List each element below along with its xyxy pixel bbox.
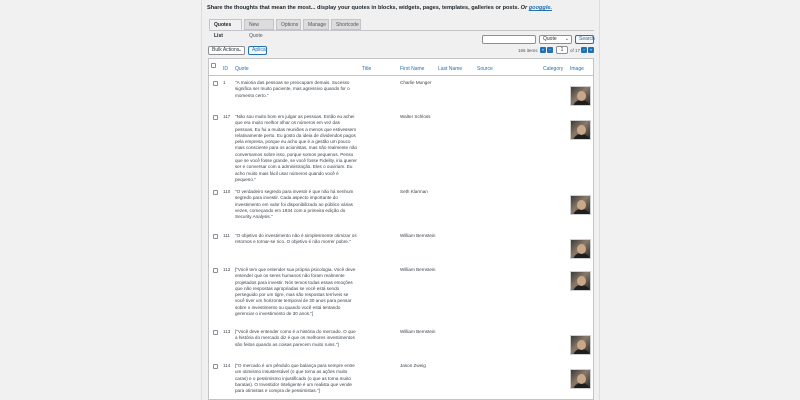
total-pages: of 17 bbox=[570, 48, 581, 53]
author-photo bbox=[570, 335, 591, 355]
row-quote[interactable]: ["O mercado é um pêndulo que balança par… bbox=[235, 363, 359, 394]
author-photo bbox=[570, 271, 591, 291]
quotes-table: ID Quote Title First Name Last Name Sour… bbox=[208, 58, 594, 400]
table-row: 112 ["Você tem que entender sua própria … bbox=[209, 267, 593, 329]
tab-shortcode[interactable]: Shortcode bbox=[331, 19, 361, 30]
tab-quotes-list[interactable]: Quotes List bbox=[209, 19, 242, 39]
row-checkbox[interactable] bbox=[213, 190, 218, 195]
row-quote[interactable]: ["Você deve entender como é a história d… bbox=[235, 329, 359, 348]
tab-options[interactable]: Options bbox=[276, 19, 301, 30]
row-quote[interactable]: "Não sou muito bom em julgar as pessoas.… bbox=[235, 114, 359, 183]
row-quote[interactable]: "A maioria das pessoas se preocupam dema… bbox=[235, 80, 359, 99]
author-photo bbox=[570, 120, 591, 140]
apply-button[interactable]: Aplicar bbox=[248, 46, 267, 55]
row-quote[interactable]: ["Você tem que entender sua própria psic… bbox=[235, 267, 359, 317]
row-first-name: William Bernstein bbox=[400, 329, 436, 334]
row-id: 113 bbox=[223, 329, 231, 334]
chevron-down-icon: ⌄ bbox=[564, 36, 569, 42]
row-checkbox[interactable] bbox=[213, 115, 218, 120]
bulk-actions-value: Bulk Actions bbox=[212, 47, 240, 53]
row-quote[interactable]: "O objetivo do investimento não é simple… bbox=[235, 233, 359, 246]
tab-divider bbox=[209, 30, 594, 31]
col-last-name[interactable]: Last Name bbox=[438, 66, 462, 72]
row-checkbox[interactable] bbox=[213, 81, 218, 86]
table-row: 114 ["O mercado é um pêndulo que balança… bbox=[209, 363, 593, 399]
row-id: 117 bbox=[223, 114, 231, 119]
row-id: 110 bbox=[223, 189, 231, 194]
row-first-name: Charlie Munger bbox=[400, 80, 432, 85]
row-first-name: William Bernstein bbox=[400, 267, 436, 272]
last-page-icon[interactable]: » bbox=[588, 47, 594, 53]
row-checkbox[interactable] bbox=[213, 268, 218, 273]
author-photo bbox=[570, 239, 591, 259]
row-id: 112 bbox=[223, 267, 231, 272]
table-row: 113 ["Você deve entender como é a histór… bbox=[209, 329, 593, 363]
tab-manage[interactable]: Manage bbox=[303, 19, 329, 30]
page-headline: Share the thoughts that mean the most...… bbox=[207, 5, 597, 11]
author-photo bbox=[570, 369, 591, 389]
items-count: 166 items bbox=[518, 48, 538, 53]
row-first-name: Walter Schloss bbox=[400, 114, 431, 119]
col-image[interactable]: Image bbox=[570, 66, 584, 72]
first-page-icon[interactable]: « bbox=[540, 47, 546, 53]
table-row: 111 "O objetivo do investimento não é si… bbox=[209, 233, 593, 267]
search-button[interactable]: Search bbox=[575, 35, 595, 44]
search-field-select-value: Quote bbox=[543, 36, 557, 42]
table-row: 110 "O verdadeiro segredo para investir … bbox=[209, 189, 593, 233]
headline-text: Share the thoughts that mean the most...… bbox=[207, 5, 520, 11]
tab-new-quote[interactable]: New Quote bbox=[244, 19, 274, 39]
col-id[interactable]: ID bbox=[223, 66, 228, 72]
col-title[interactable]: Title bbox=[362, 66, 371, 72]
row-checkbox[interactable] bbox=[213, 330, 218, 335]
author-photo bbox=[570, 86, 591, 106]
col-first-name[interactable]: First Name bbox=[400, 66, 424, 72]
row-first-name: William Bernstein bbox=[400, 233, 436, 238]
col-quote[interactable]: Quote bbox=[235, 66, 249, 72]
current-page-input[interactable] bbox=[556, 46, 568, 54]
headline-or: Or bbox=[520, 5, 528, 11]
bulk-actions-select[interactable]: Bulk Actions ⌄ bbox=[208, 46, 245, 55]
headline-link[interactable]: googgle. bbox=[529, 5, 552, 11]
row-id: 111 bbox=[223, 233, 230, 238]
search-field-select[interactable]: Quote ⌄ bbox=[539, 35, 572, 44]
table-header: ID Quote Title First Name Last Name Sour… bbox=[209, 59, 593, 76]
table-row: 117 "Não sou muito bom em julgar as pess… bbox=[209, 114, 593, 189]
col-category[interactable]: Category bbox=[543, 66, 563, 72]
row-quote[interactable]: "O verdadeiro segredo para investir é qu… bbox=[235, 189, 359, 220]
table-row: 1 "A maioria das pessoas se preocupam de… bbox=[209, 80, 593, 114]
row-checkbox[interactable] bbox=[213, 234, 218, 239]
row-id: 1 bbox=[223, 80, 226, 85]
prev-page-icon[interactable]: ‹ bbox=[547, 47, 553, 53]
search-input[interactable] bbox=[482, 35, 536, 44]
row-first-name: Seth Klarman bbox=[400, 189, 428, 194]
next-page-icon[interactable]: › bbox=[581, 47, 587, 53]
chevron-down-icon: ⌄ bbox=[237, 47, 242, 53]
row-checkbox[interactable] bbox=[213, 364, 218, 369]
author-photo bbox=[570, 195, 591, 215]
col-source[interactable]: Source bbox=[477, 66, 493, 72]
row-first-name: Jason Zweig bbox=[400, 363, 426, 368]
row-id: 114 bbox=[223, 363, 231, 368]
select-all-checkbox[interactable] bbox=[211, 63, 216, 68]
